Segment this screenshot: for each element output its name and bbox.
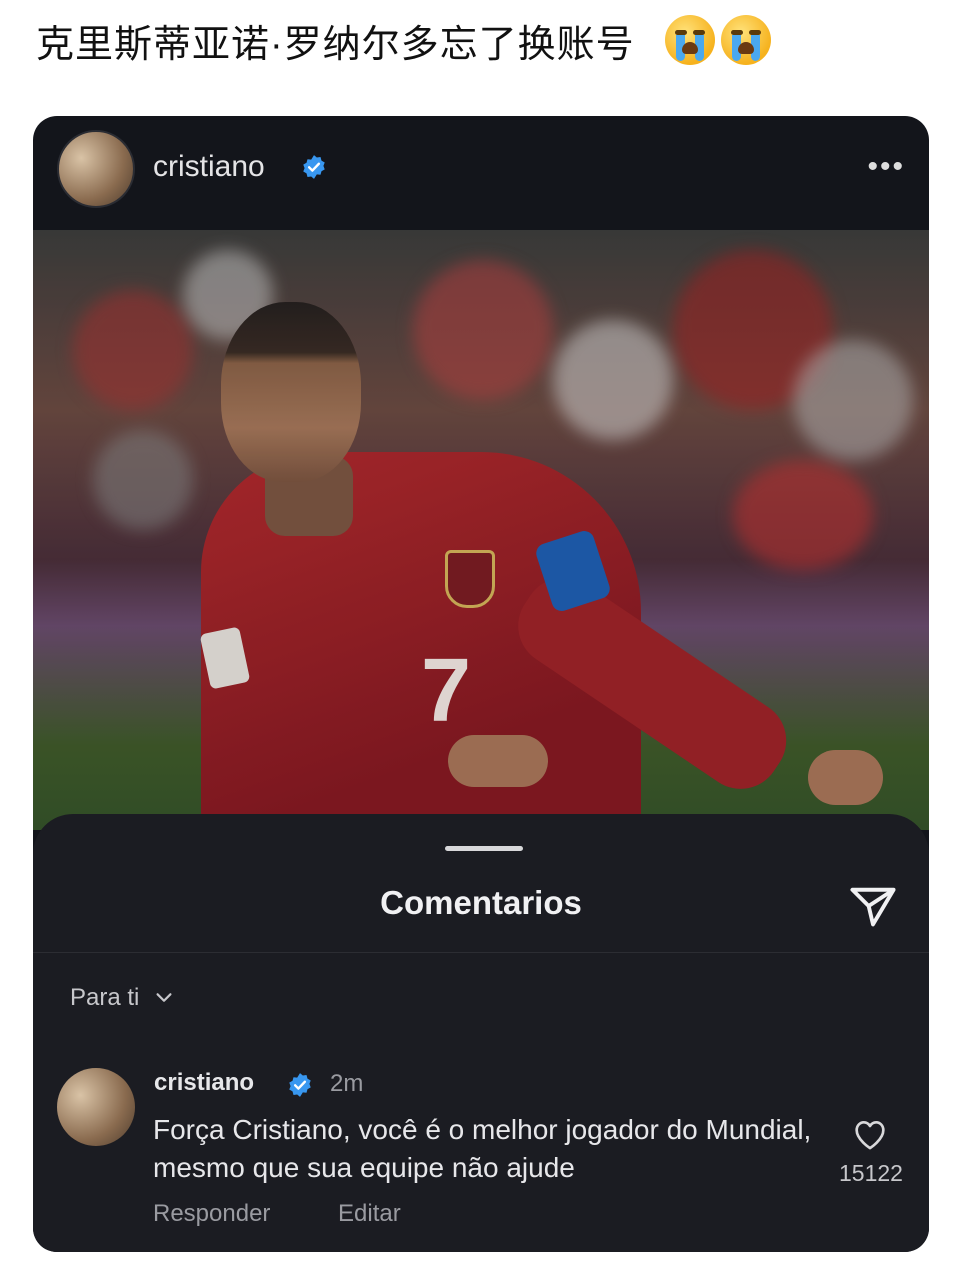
comment-username[interactable]: cristiano: [154, 1069, 254, 1097]
divider: [33, 952, 929, 953]
post-photo[interactable]: 7: [33, 230, 929, 830]
post-title-row: 克里斯蒂亚诺·罗纳尔多忘了换账号: [36, 8, 771, 72]
verified-badge-icon: [303, 155, 325, 179]
filter-label: Para ti: [70, 984, 140, 1011]
sort-filter[interactable]: Para ti: [70, 984, 175, 1012]
drag-handle[interactable]: [445, 846, 523, 851]
comment-text: Força Cristiano, você é o melhor jogador…: [153, 1114, 812, 1183]
share-icon[interactable]: [847, 880, 899, 932]
post-title: 克里斯蒂亚诺·罗纳尔多忘了换账号: [36, 23, 635, 66]
comment-avatar[interactable]: [57, 1068, 135, 1146]
verified-badge-icon: [289, 1073, 311, 1097]
reply-button[interactable]: Responder: [153, 1200, 270, 1228]
crying-face-icon: [720, 15, 771, 65]
comments-sheet: Comentarios Para ti cristiano 2m Força C…: [33, 814, 929, 1252]
chevron-down-icon: [156, 993, 172, 1002]
instagram-screenshot: cristiano ••• 7 Comentarios Para ti cris…: [33, 116, 929, 1252]
more-icon[interactable]: •••: [867, 150, 905, 184]
username[interactable]: cristiano: [153, 150, 265, 184]
avatar[interactable]: [57, 130, 135, 208]
crying-face-icon: [664, 15, 715, 65]
emoji-group: [664, 15, 771, 65]
post-header: cristiano •••: [33, 116, 929, 230]
like-count: 15122: [839, 1160, 903, 1186]
comment-time: 2m: [330, 1070, 364, 1097]
heart-icon[interactable]: [850, 1114, 890, 1154]
comments-title: Comentarios: [380, 884, 582, 921]
edit-button[interactable]: Editar: [338, 1200, 401, 1228]
